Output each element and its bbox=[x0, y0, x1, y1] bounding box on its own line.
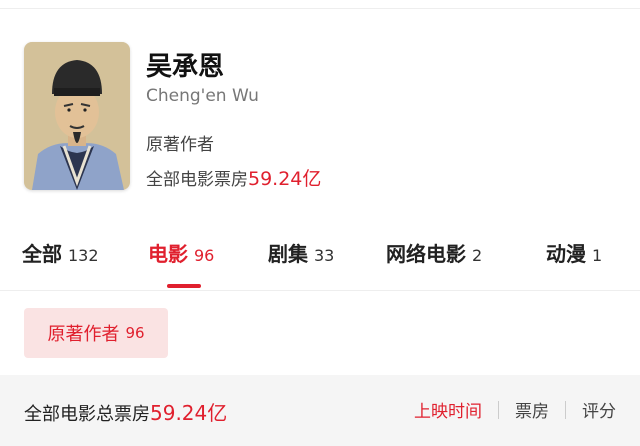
active-tab-indicator bbox=[167, 284, 201, 288]
tab-label: 剧集 bbox=[268, 242, 308, 266]
category-tabs: 全部 132 电影 96 剧集 33 网络电影 2 动漫 1 bbox=[0, 230, 640, 288]
portrait-image bbox=[24, 42, 130, 190]
sort-release-time[interactable]: 上映时间 bbox=[414, 397, 482, 422]
top-divider bbox=[0, 8, 640, 9]
tab-web-movies[interactable]: 网络电影 2 bbox=[386, 238, 482, 267]
total-box-office-label: 全部电影总票房 bbox=[24, 404, 150, 425]
sort-rating[interactable]: 评分 bbox=[582, 397, 616, 422]
tab-count: 1 bbox=[592, 246, 603, 265]
tab-label: 全部 bbox=[22, 242, 62, 266]
tab-anime[interactable]: 动漫 1 bbox=[546, 238, 602, 267]
tab-count: 33 bbox=[314, 246, 335, 265]
tab-movies[interactable]: 电影 96 bbox=[148, 238, 214, 267]
tab-count: 96 bbox=[194, 246, 215, 265]
tab-label: 网络电影 bbox=[386, 242, 466, 266]
box-office-label: 全部电影票房 bbox=[146, 170, 248, 190]
box-office-value: 59.24亿 bbox=[248, 168, 322, 190]
chip-label: 原著作者 bbox=[47, 324, 120, 345]
author-english-name: Cheng'en Wu bbox=[146, 86, 259, 106]
sort-options: 上映时间 票房 评分 bbox=[414, 397, 616, 422]
total-box-office: 全部电影总票房59.24亿 bbox=[24, 397, 227, 426]
tab-series[interactable]: 剧集 33 bbox=[268, 238, 334, 267]
tab-label: 动漫 bbox=[546, 242, 586, 266]
author-name: 吴承恩 bbox=[146, 52, 225, 82]
tab-label: 电影 bbox=[148, 242, 188, 266]
sort-box-office[interactable]: 票房 bbox=[515, 397, 549, 422]
total-box-office-value: 59.24亿 bbox=[150, 401, 228, 425]
chip-count: 96 bbox=[125, 324, 145, 342]
tab-count: 132 bbox=[68, 246, 99, 265]
tabs-divider bbox=[0, 290, 640, 291]
sort-separator bbox=[498, 400, 499, 419]
sort-separator bbox=[565, 400, 566, 419]
author-role: 原著作者 bbox=[146, 135, 214, 155]
summary-sort-bar: 全部电影总票房59.24亿 上映时间 票房 评分 bbox=[0, 375, 640, 446]
box-office-summary: 全部电影票房59.24亿 bbox=[146, 164, 321, 191]
role-filter-chip[interactable]: 原著作者 96 bbox=[24, 308, 168, 358]
tab-all[interactable]: 全部 132 bbox=[22, 238, 99, 267]
tab-count: 2 bbox=[472, 246, 483, 265]
